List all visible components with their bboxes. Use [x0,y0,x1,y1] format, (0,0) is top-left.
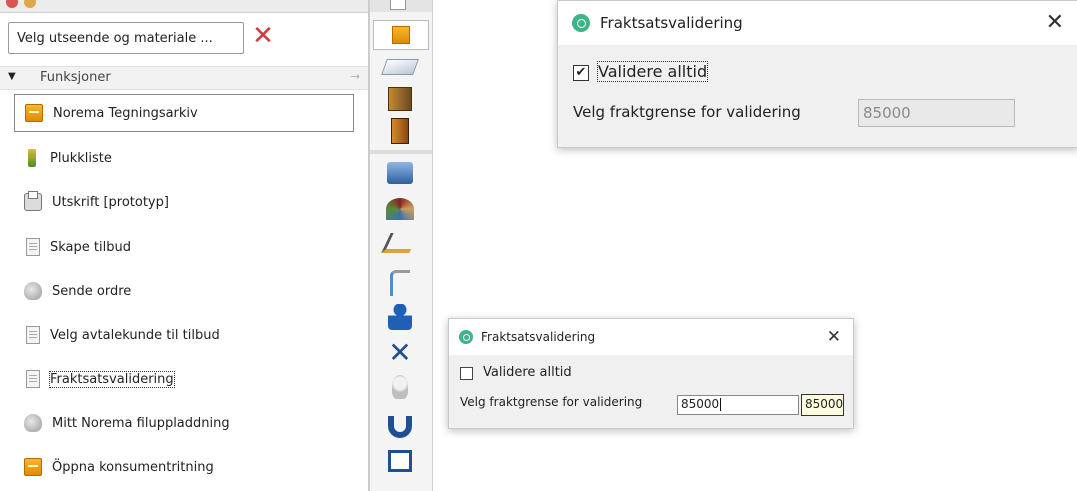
function-item-velg-avtalekunde[interactable]: Velg avtalekunde til tilbud [14,316,354,354]
magnet-icon [388,416,412,438]
archive-tool-button[interactable] [373,20,429,50]
cabinet-tool-button[interactable] [382,84,418,114]
funksjoner-section-header[interactable]: ▼ Funksjoner → [0,66,368,90]
measure-tool-button[interactable] [381,228,419,258]
function-item-fraktsatsvalidering[interactable]: Fraktsatsvalidering [14,360,354,398]
appearance-material-field[interactable]: Velg utseende og materiale ... [8,22,244,54]
window-control-icon[interactable] [390,0,406,10]
window-top-strip [0,0,368,13]
dialog-title: Fraktsatsvalidering [600,14,743,32]
functions-panel: Velg utseende og materiale ... ✕ ▼ Funks… [0,0,369,491]
function-item-label: Norema Tegningsarkiv [53,105,198,121]
section-label: Funksjoner [40,70,111,85]
function-item-label: Öppna konsumentritning [52,459,214,475]
function-item-utskrift[interactable]: Utskrift [prototyp] [14,183,354,221]
archive-icon [24,458,42,476]
fraktgrense-label: Velg fraktgrense for validering [460,395,643,409]
document-icon [26,326,40,344]
function-item-mitt-norema-filuppladdning[interactable]: Mitt Norema filuppladdning [14,404,354,442]
validere-alltid-checkbox[interactable] [460,367,473,380]
cabinet-icon [388,87,412,111]
fraktsats-dialog-small: Fraktsatsvalidering ✕ Validere alltid Ve… [448,318,854,429]
function-item-oppna-konsumentritning[interactable]: Öppna konsumentritning [14,448,354,486]
checkbox-label[interactable]: Validere alltid [596,61,709,82]
house-icon [387,162,413,184]
function-item-label: Utskrift [prototyp] [52,194,169,210]
dialog-titlebar[interactable]: Fraktsatsvalidering [449,319,853,355]
app-icon [459,330,473,344]
chevron-right-icon: → [350,70,360,83]
shell-icon [24,282,42,300]
lightbulb-icon [392,375,408,399]
countertop-tool-button[interactable] [381,52,419,82]
fraktsats-dialog-large: Fraktsatsvalidering ✕ ✔ Validere alltid … [557,0,1077,148]
document-icon [26,238,40,256]
tools-icon: ✕ [388,336,412,369]
dialog-body: Validere alltid Velg fraktgrense for val… [449,355,853,428]
function-item-label: Sende ordre [52,283,132,299]
toolbar-separator [370,150,432,154]
fraktgrense-label: Velg fraktgrense for validering [573,103,801,121]
function-item-plukkliste[interactable]: Plukkliste [14,139,354,177]
home-icon [388,450,412,472]
lightbulb-tool-button[interactable] [382,372,418,402]
dialog-title: Fraktsatsvalidering [481,330,596,344]
clear-icon[interactable]: ✕ [250,22,276,52]
countertop-icon [381,59,419,75]
picklist-icon [28,149,36,167]
close-icon[interactable]: ✕ [827,327,841,347]
fraktgrense-input[interactable]: 85000 [858,99,1015,127]
door-panel-icon [391,118,409,144]
function-item-label: Fraktsatsvalidering [49,370,175,388]
dialog-body: ✔ Validere alltid Velg fraktgrense for v… [558,45,1077,147]
function-item-sende-ordre[interactable]: Sende ordre [14,272,354,310]
close-icon[interactable]: ✕ [1046,10,1064,35]
fraktgrense-input[interactable]: 85000 [677,395,799,415]
tools-tool-button[interactable]: ✕ [382,338,418,368]
function-item-norema-tegningsarkiv[interactable]: Norema Tegningsarkiv [14,94,354,132]
function-item-label: Velg avtalekunde til tilbud [50,327,220,343]
collapse-arrow-icon[interactable]: ▼ [8,71,16,82]
plumbing-icon [390,270,410,296]
validere-alltid-checkbox[interactable]: ✔ [573,65,589,81]
function-item-skape-tilbud[interactable]: Skape tilbud [14,228,354,266]
shell-icon [24,414,42,432]
magnet-tool-button[interactable] [382,412,418,442]
checkbox-label[interactable]: Validere alltid [483,365,572,380]
window-control-icon[interactable] [6,0,18,8]
value-tooltip: 85000 [801,394,844,416]
app-icon [572,14,590,32]
archive-icon [392,26,410,44]
house-tool-button[interactable] [382,158,418,188]
tool-column: ✕ [369,0,433,491]
plumbing-tool-button[interactable] [382,268,418,298]
color-swatch-icon [386,198,414,220]
dialog-titlebar[interactable]: Fraktsatsvalidering [558,1,1077,45]
measure-icon [381,233,419,253]
text-caret [720,398,722,411]
document-icon [26,370,40,388]
toolbar-top-strip [370,0,432,12]
function-item-label: Mitt Norema filuppladdning [52,415,230,431]
people-icon [388,304,412,330]
color-swatch-tool-button[interactable] [382,194,418,224]
archive-icon [25,104,43,122]
door-panel-tool-button[interactable] [382,116,418,146]
function-item-label: Plukkliste [50,150,112,166]
window-control-icon[interactable] [24,0,36,8]
people-tool-button[interactable] [382,302,418,332]
function-item-label: Skape tilbud [50,239,131,255]
home-tool-button[interactable] [382,446,418,476]
printer-icon [24,191,42,211]
